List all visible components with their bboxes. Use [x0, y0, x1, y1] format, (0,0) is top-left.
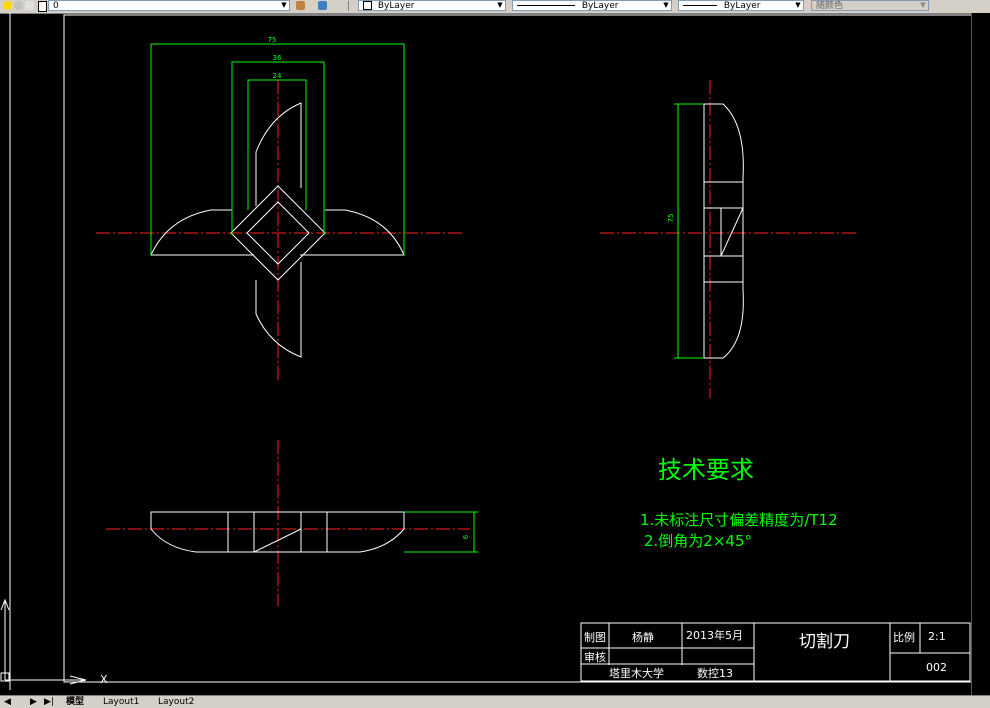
tb-scale-value: 2:1: [928, 630, 946, 643]
layout-tab-bar: ◀ ▶ ▶| 模型 Layout1 Layout2: [0, 695, 990, 708]
side-dim-text: 75: [667, 214, 675, 223]
tb-scale-label: 比例: [893, 630, 915, 644]
dim-36-text: 36: [273, 54, 282, 62]
bottom-view: 6: [106, 440, 478, 606]
tab-nav-last-icon[interactable]: ▶|: [44, 696, 54, 708]
tab-layout2[interactable]: Layout2: [158, 696, 194, 708]
bottom-dim-text: 6: [462, 534, 470, 539]
svg-text:X: X: [100, 673, 108, 686]
side-diagonal: [720, 207, 744, 257]
notes-item-1: 1.未标注尺寸偏差精度为/T12: [640, 511, 838, 529]
tb-date: 2013年5月: [686, 628, 743, 642]
notes-heading: 技术要求: [658, 456, 754, 484]
tb-class: 数控13: [697, 666, 733, 680]
dim-75-text: 75: [268, 36, 277, 44]
dim-24-extension: [247, 79, 307, 210]
drawing-canvas[interactable]: 75 36 24 75 6 技术要求 1.未标注尺寸偏差精度为/T12 2.倒角…: [0, 0, 990, 707]
dim-24-text: 24: [273, 72, 282, 80]
vertical-scrollbar[interactable]: [971, 13, 990, 695]
title-block: 制图 杨静 2013年5月 切割刀 比例 2:1 审核 塔里木大学 数控13 0…: [580, 622, 971, 682]
front-view: 75 36 24: [96, 36, 462, 380]
tb-drawing-number: 002: [926, 661, 947, 674]
tab-nav-next-icon[interactable]: ▶: [30, 696, 37, 708]
tb-drawer-name: 杨静: [632, 630, 654, 644]
tb-check-label: 审核: [584, 650, 606, 664]
ucs-icon: X: [0, 598, 108, 686]
tab-model[interactable]: 模型: [66, 696, 84, 708]
side-view: 75: [600, 80, 856, 398]
notes-item-2: 2.倒角为2×45°: [644, 532, 752, 550]
inner-frame: [63, 14, 975, 683]
tb-part-name: 切割刀: [799, 632, 850, 652]
tb-draw-label: 制图: [584, 631, 606, 644]
tab-nav-first-icon[interactable]: ◀: [4, 696, 11, 708]
tb-school: 塔里木大学: [609, 666, 664, 680]
tab-layout1[interactable]: Layout1: [103, 696, 139, 708]
